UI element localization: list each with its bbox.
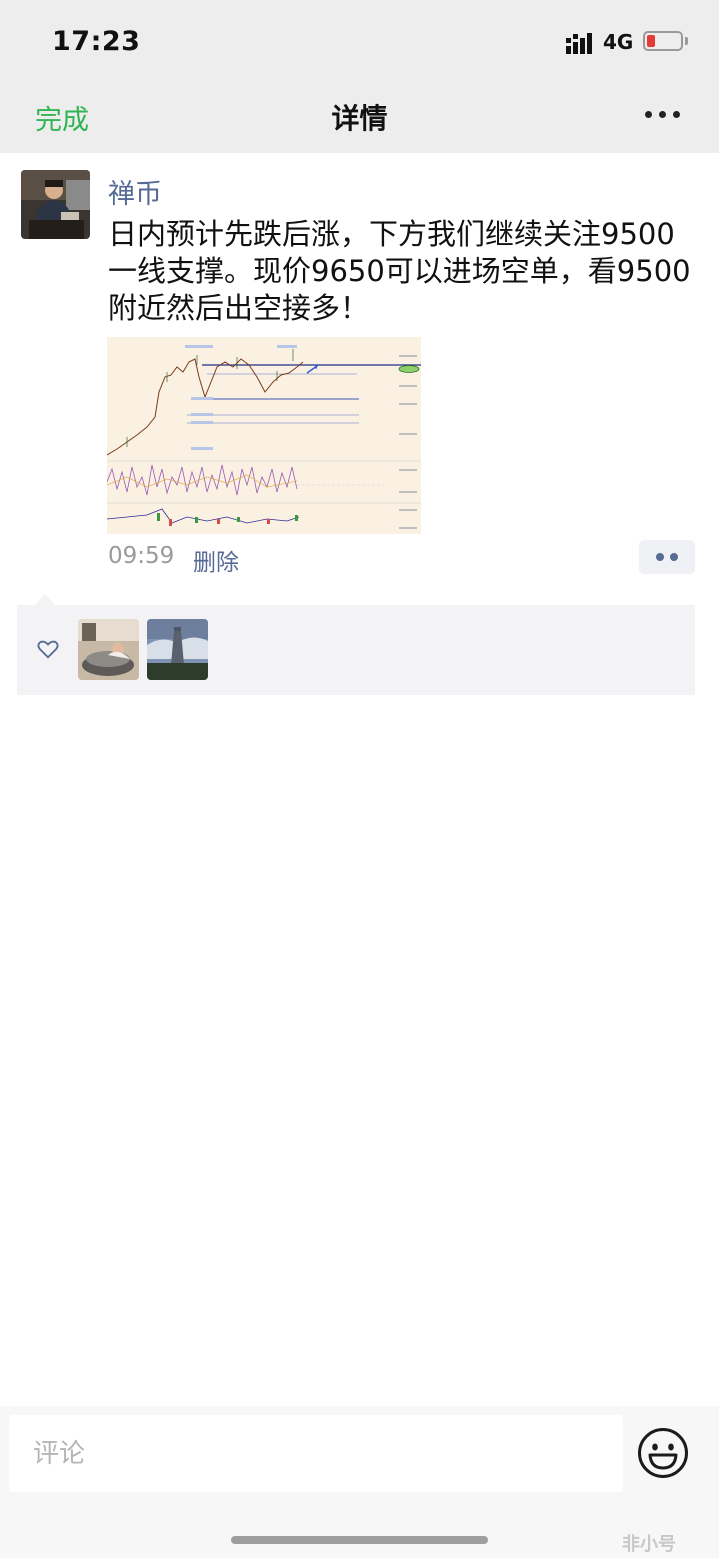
- likes-arrow: [35, 594, 55, 605]
- watermark: 非小号: [622, 1534, 676, 1555]
- page-title: 详情: [331, 102, 388, 135]
- more-dots-icon[interactable]: [645, 111, 681, 119]
- comment-input[interactable]: [9, 1415, 623, 1492]
- network-type: 4G: [603, 30, 634, 54]
- post-time: 09:59: [108, 543, 175, 569]
- username[interactable]: 禅币: [108, 172, 162, 211]
- post-text: 日内预计先跌后涨，下方我们继续关注9500一线支撑。现价9650可以进场空单，看…: [108, 217, 691, 325]
- emoji-icon[interactable]: [637, 1427, 689, 1479]
- heart-icon: [37, 640, 59, 659]
- avatar[interactable]: [21, 170, 90, 239]
- delete-button[interactable]: 删除: [193, 543, 239, 577]
- battery-tip: [685, 37, 688, 45]
- liker-avatar-1[interactable]: [78, 619, 139, 680]
- liker-avatar-2[interactable]: [147, 619, 208, 680]
- post-image[interactable]: [107, 337, 421, 534]
- home-indicator[interactable]: [231, 1536, 488, 1544]
- battery-icon: [643, 31, 683, 51]
- status-time: 17:23: [52, 26, 141, 57]
- post-actions-button[interactable]: [639, 540, 695, 574]
- signal-icon: [566, 33, 592, 54]
